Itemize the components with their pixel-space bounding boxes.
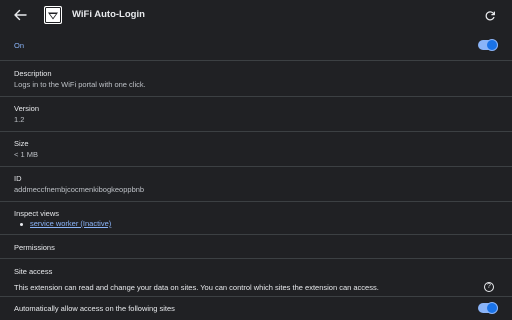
reload-icon (485, 11, 495, 21)
divider (0, 234, 512, 235)
help-icon[interactable]: ? (484, 282, 494, 292)
version-value: 1.2 (14, 115, 25, 124)
auto-allow-label: Automatically allow access on the follow… (14, 304, 175, 313)
divider (0, 166, 512, 167)
id-value: addmeccfnembjcocmenkibogkeoppbnb (14, 185, 145, 194)
inspect-views-label: Inspect views (14, 209, 60, 218)
permissions-label: Permissions (14, 243, 55, 252)
description-label: Description (14, 69, 52, 78)
size-value: < 1 MB (14, 150, 38, 159)
extension-details-page: WiFi Auto-Login On Description Logs in t… (0, 0, 512, 320)
divider (0, 60, 512, 61)
back-button[interactable] (12, 8, 28, 22)
divider (0, 201, 512, 202)
extension-logo (44, 6, 62, 24)
extension-enabled-toggle[interactable] (478, 39, 498, 51)
divider (0, 131, 512, 132)
arrow-left-icon (14, 9, 27, 21)
divider (0, 258, 512, 259)
header-bar: WiFi Auto-Login (0, 0, 512, 30)
list-bullet (20, 223, 23, 226)
toggle-knob (486, 302, 498, 314)
site-access-description: This extension can read and change your … (14, 283, 379, 292)
divider (0, 96, 512, 97)
description-value: Logs in to the WiFi portal with one clic… (14, 80, 146, 89)
wifi-icon (45, 7, 61, 23)
divider (0, 296, 512, 297)
reload-button[interactable] (484, 9, 496, 21)
version-label: Version (14, 104, 40, 113)
service-worker-link[interactable]: service worker (Inactive) (30, 219, 111, 228)
extension-name: WiFi Auto-Login (72, 9, 145, 20)
on-label: On (14, 41, 25, 50)
auto-allow-toggle[interactable] (478, 302, 498, 314)
toggle-knob (486, 39, 498, 51)
id-label: ID (14, 174, 22, 183)
site-access-label: Site access (14, 267, 53, 276)
size-label: Size (14, 139, 29, 148)
